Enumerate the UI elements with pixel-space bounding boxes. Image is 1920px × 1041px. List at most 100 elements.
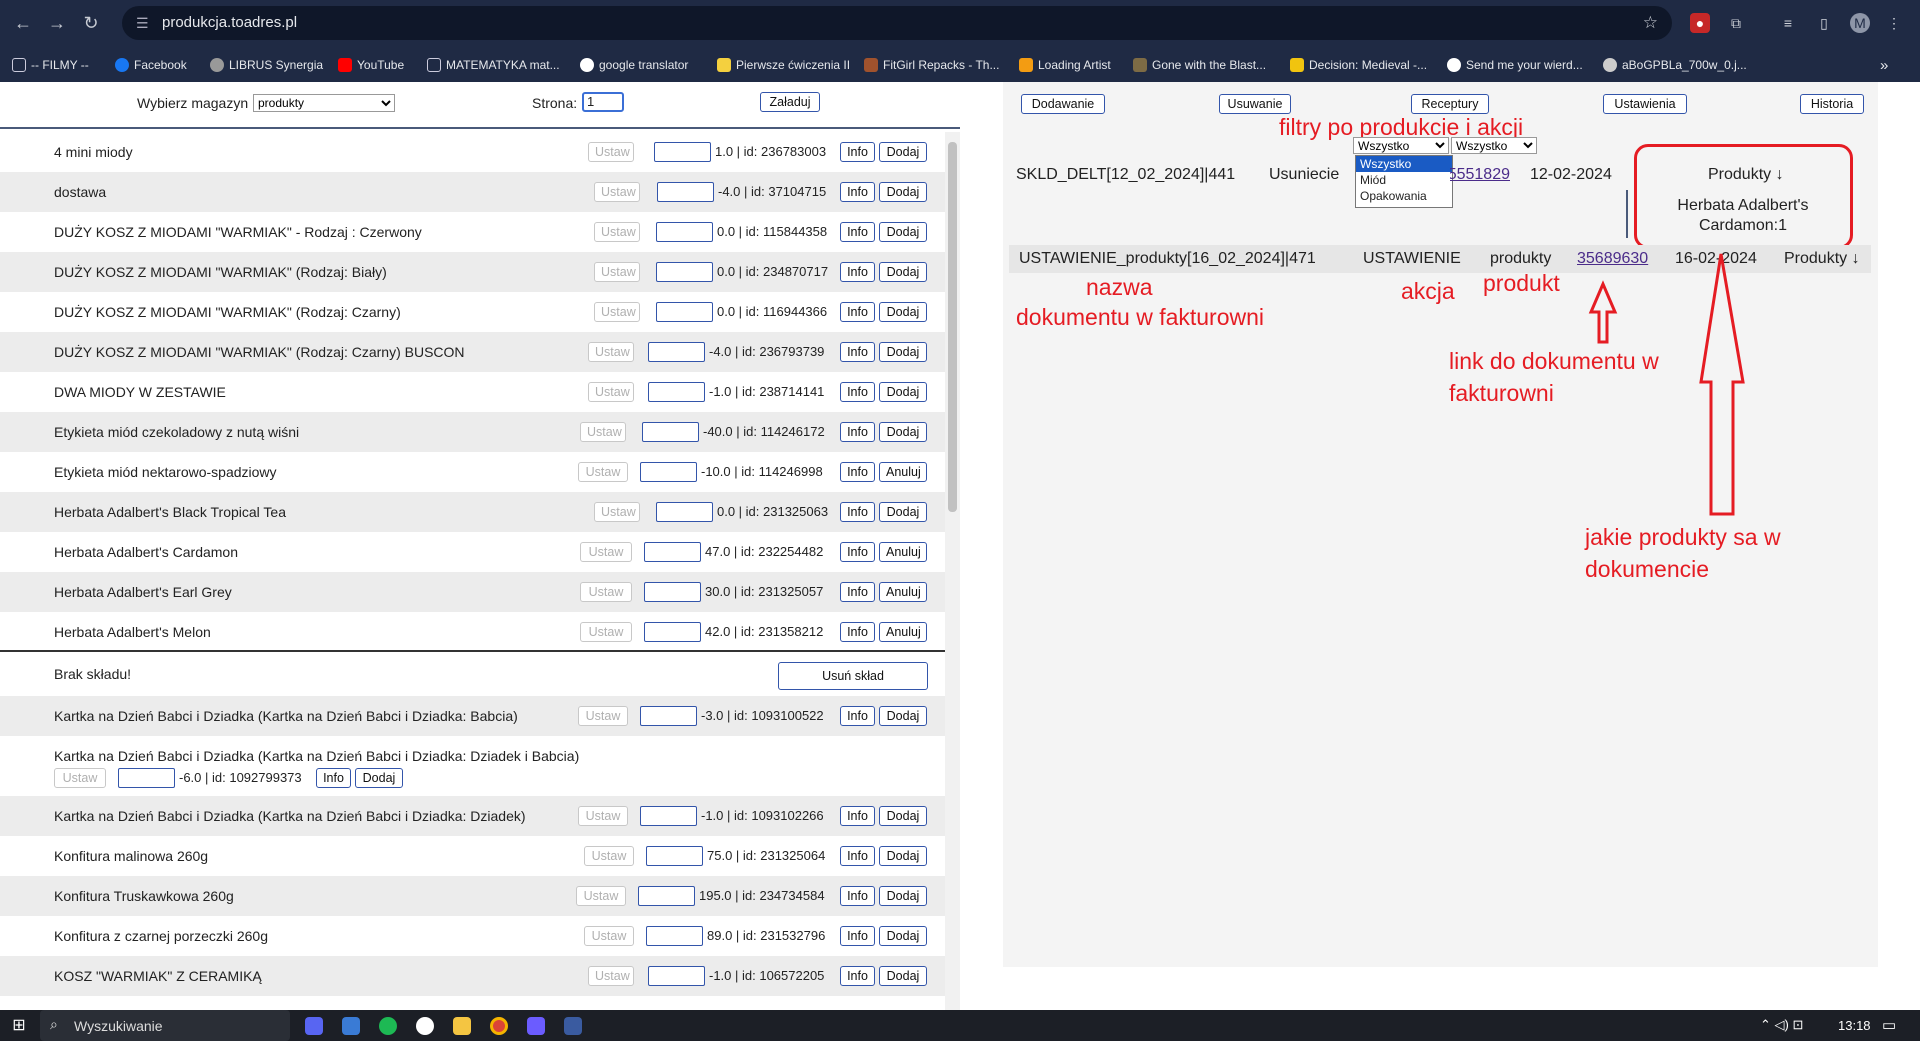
set-button[interactable]: Ustaw (580, 622, 632, 642)
quantity-input[interactable] (644, 622, 701, 642)
set-button[interactable]: Ustaw (54, 768, 106, 788)
set-button[interactable]: Ustaw (594, 182, 640, 202)
quantity-input[interactable] (118, 768, 175, 788)
folder-icon[interactable] (453, 1017, 471, 1035)
info-button[interactable]: Info (840, 542, 875, 562)
bookmark-item[interactable]: LIBRUS Synergia (210, 56, 323, 74)
info-button[interactable]: Info (840, 706, 875, 726)
forward-icon[interactable]: → (44, 10, 70, 36)
quantity-input[interactable] (656, 222, 713, 242)
notification-icon[interactable]: ▭ (1882, 1016, 1896, 1034)
action-button[interactable]: Dodaj (879, 262, 927, 282)
set-button[interactable]: Ustaw (588, 142, 634, 162)
webstorm-icon[interactable] (527, 1017, 545, 1035)
quantity-input[interactable] (642, 422, 699, 442)
action-button[interactable]: Dodaj (879, 422, 927, 442)
load-button[interactable]: Załaduj (760, 92, 820, 112)
set-button[interactable]: Ustaw (580, 542, 632, 562)
info-button[interactable]: Info (840, 582, 875, 602)
quantity-input[interactable] (656, 502, 713, 522)
action-button[interactable]: Dodaj (879, 806, 927, 826)
bookmark-item[interactable]: Loading Artist (1019, 56, 1111, 74)
quantity-input[interactable] (640, 806, 697, 826)
info-button[interactable]: Info (840, 622, 875, 642)
warehouse-select[interactable]: produkty (253, 94, 395, 112)
quantity-input[interactable] (657, 182, 714, 202)
action-button[interactable]: Anuluj (879, 462, 927, 482)
info-button[interactable]: Info (840, 502, 875, 522)
taskbar-search[interactable]: ⌕ Wyszukiwanie (40, 1010, 290, 1041)
list-scrollbar[interactable] (945, 132, 960, 1010)
action-button[interactable]: Dodaj (879, 222, 927, 242)
info-button[interactable]: Info (840, 342, 875, 362)
set-button[interactable]: Ustaw (578, 462, 628, 482)
set-button[interactable]: Ustaw (584, 926, 634, 946)
info-button[interactable]: Info (840, 966, 875, 986)
avatar[interactable]: M (1850, 13, 1870, 33)
info-button[interactable]: Info (840, 886, 875, 906)
extensions-puzzle-icon[interactable]: ⧉ (1726, 13, 1746, 33)
more-bookmarks-icon[interactable]: » (1880, 56, 1888, 74)
quantity-input[interactable] (646, 846, 703, 866)
set-button[interactable]: Ustaw (588, 966, 634, 986)
info-button[interactable]: Info (840, 462, 875, 482)
set-button[interactable]: Ustaw (588, 382, 634, 402)
action-button[interactable]: Dodaj (879, 182, 927, 202)
quantity-input[interactable] (656, 302, 713, 322)
quantity-input[interactable] (638, 886, 695, 906)
info-button[interactable]: Info (316, 768, 351, 788)
action-button[interactable]: Dodaj (879, 966, 927, 986)
set-button[interactable]: Ustaw (594, 502, 640, 522)
calculator-icon[interactable] (342, 1017, 360, 1035)
quantity-input[interactable] (640, 462, 697, 482)
set-button[interactable]: Ustaw (580, 582, 632, 602)
set-button[interactable]: Ustaw (588, 342, 634, 362)
windows-start-icon[interactable]: ⊞ (10, 1017, 28, 1035)
info-button[interactable]: Info (840, 382, 875, 402)
bookmark-item[interactable]: Decision: Medieval -... (1290, 56, 1427, 74)
bookmark-item[interactable]: Gone with the Blast... (1133, 56, 1266, 74)
set-button[interactable]: Ustaw (594, 302, 640, 322)
app-icon[interactable] (564, 1017, 582, 1035)
extension-icon[interactable]: ● (1690, 13, 1710, 33)
info-button[interactable]: Info (840, 806, 875, 826)
address-bar[interactable]: ☰ produkcja.toadres.pl ☆ (122, 6, 1672, 40)
bookmark-item[interactable]: aBoGPBLa_700w_0.j... (1603, 56, 1747, 74)
quantity-input[interactable] (644, 542, 701, 562)
action-button[interactable]: Dodaj (879, 382, 927, 402)
chrome-icon[interactable] (490, 1017, 508, 1035)
action-button[interactable]: Dodaj (879, 502, 927, 522)
action-button[interactable]: Dodaj (879, 142, 927, 162)
reload-icon[interactable]: ↻ (78, 10, 104, 36)
action-button[interactable]: Anuluj (879, 542, 927, 562)
bookmark-item[interactable]: -- FILMY -- (12, 56, 89, 74)
action-button[interactable]: Anuluj (879, 622, 927, 642)
info-button[interactable]: Info (840, 142, 875, 162)
set-button[interactable]: Ustaw (594, 262, 640, 282)
quantity-input[interactable] (648, 966, 705, 986)
side-panel-icon[interactable]: ▯ (1814, 13, 1834, 33)
info-button[interactable]: Info (840, 422, 875, 442)
quantity-input[interactable] (656, 262, 713, 282)
scroll-thumb[interactable] (948, 142, 957, 512)
set-button[interactable]: Ustaw (594, 222, 640, 242)
set-button[interactable]: Ustaw (578, 706, 628, 726)
set-button[interactable]: Ustaw (580, 422, 626, 442)
bookmark-item[interactable]: MATEMATYKA mat... (427, 56, 560, 74)
quantity-input[interactable] (644, 582, 701, 602)
action-button[interactable]: Dodaj (879, 706, 927, 726)
set-button[interactable]: Ustaw (578, 806, 628, 826)
set-button[interactable]: Ustaw (584, 846, 634, 866)
bookmark-item[interactable]: Send me your wierd... (1447, 56, 1583, 74)
quantity-input[interactable] (654, 142, 711, 162)
discord-icon[interactable] (305, 1017, 323, 1035)
remove-composition-button[interactable]: Usuń skład (778, 662, 928, 690)
info-button[interactable]: Info (840, 182, 875, 202)
quantity-input[interactable] (640, 706, 697, 726)
bookmark-item[interactable]: Pierwsze ćwiczenia II (717, 56, 850, 74)
quantity-input[interactable] (648, 382, 705, 402)
info-button[interactable]: Info (840, 846, 875, 866)
action-button[interactable]: Dodaj (879, 846, 927, 866)
quantity-input[interactable] (648, 342, 705, 362)
bookmark-item[interactable]: FitGirl Repacks - Th... (864, 56, 999, 74)
